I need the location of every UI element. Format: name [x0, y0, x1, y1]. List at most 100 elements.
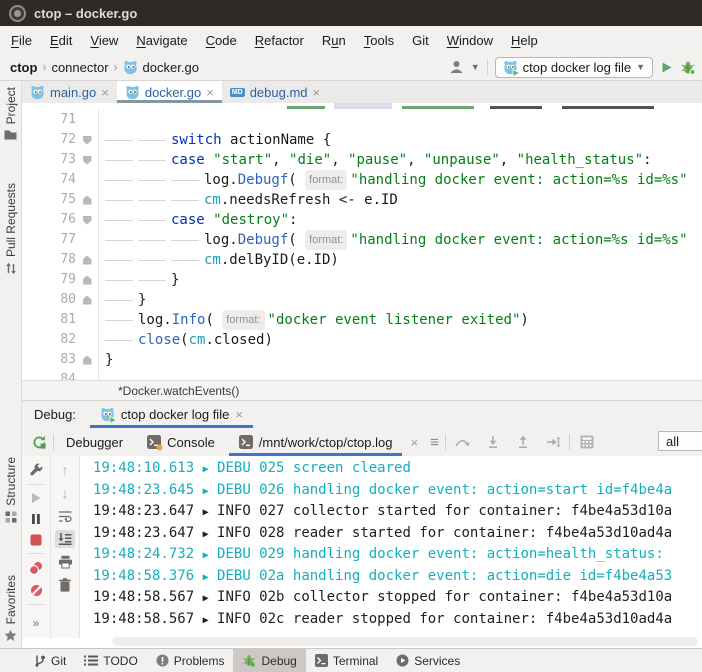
- breadcrumb-package[interactable]: connector: [51, 60, 108, 75]
- tab-log-file[interactable]: /mnt/work/ctop/ctop.log: [227, 428, 405, 456]
- fold-marker[interactable]: [76, 350, 98, 370]
- menu-navigate[interactable]: Navigate: [127, 33, 196, 48]
- status-bar-item-debug[interactable]: Debug: [233, 649, 305, 672]
- pause-program-icon[interactable]: [31, 513, 41, 525]
- status-bar-item-todo[interactable]: TODO: [75, 649, 146, 672]
- fold-marker[interactable]: [76, 190, 98, 210]
- editor-tab-docker-go[interactable]: docker.go×: [117, 81, 222, 103]
- menu-bar: FileEditViewNavigateCodeRefactorRunTools…: [0, 26, 702, 54]
- more-actions-icon[interactable]: »: [33, 616, 40, 630]
- clipped-code-fragment: [490, 106, 542, 109]
- menu-git[interactable]: Git: [403, 33, 438, 48]
- resume-program-icon[interactable]: [30, 492, 42, 504]
- menu-tools[interactable]: Tools: [355, 33, 403, 48]
- print-icon[interactable]: [58, 555, 73, 569]
- menu-edit[interactable]: Edit: [41, 33, 81, 48]
- editor-tab-main-go[interactable]: main.go ×: [22, 81, 117, 103]
- debug-session-tab[interactable]: ctop docker log file ×: [90, 401, 253, 428]
- code-line-78[interactable]: 78cm.delByID(e.ID): [22, 250, 702, 270]
- stop-icon[interactable]: [30, 534, 42, 546]
- breadcrumb-project[interactable]: ctop: [10, 60, 37, 75]
- fold-marker[interactable]: [76, 150, 98, 170]
- mute-breakpoints-icon[interactable]: [30, 584, 43, 597]
- code-line-76[interactable]: 76case "destroy":: [22, 210, 702, 230]
- tool-window-button-project[interactable]: Project: [0, 87, 21, 140]
- clipped-code-fragment: [287, 106, 325, 109]
- divider: [28, 553, 44, 554]
- menu-code[interactable]: Code: [197, 33, 246, 48]
- editor-tab-label: main.go: [50, 85, 96, 100]
- code-line-77[interactable]: 77log.Debugf( format:"handling docker ev…: [22, 230, 702, 250]
- tool-window-button-favorites[interactable]: Favorites: [0, 575, 21, 642]
- code-line-71[interactable]: 71: [22, 110, 702, 130]
- menu-window[interactable]: Window: [438, 33, 502, 48]
- hamburger-menu-icon[interactable]: ≡: [424, 434, 445, 451]
- debug-button[interactable]: [680, 60, 696, 75]
- log-output[interactable]: 19:48:10.613 ▶ DEBU 025 screen cleared19…: [80, 456, 702, 638]
- code-text: [98, 370, 702, 380]
- menu-file[interactable]: File: [2, 33, 41, 48]
- status-bar-item-git[interactable]: Git: [24, 649, 75, 672]
- fold-marker: [76, 330, 98, 350]
- rerun-button[interactable]: [32, 435, 47, 450]
- settings-wrench-icon[interactable]: [29, 463, 43, 477]
- menu-refactor[interactable]: Refactor: [246, 33, 313, 48]
- fold-marker[interactable]: [76, 270, 98, 290]
- breadcrumb-file[interactable]: docker.go: [143, 60, 199, 75]
- code-text: [98, 110, 702, 130]
- evaluate-expression-icon[interactable]: [570, 435, 604, 449]
- menu-run[interactable]: Run: [313, 33, 355, 48]
- run-configuration-select[interactable]: ctop docker log file ▼: [495, 57, 653, 78]
- run-button[interactable]: [660, 61, 673, 74]
- soft-wrap-icon[interactable]: [58, 509, 73, 523]
- log-filter-select[interactable]: all: [658, 431, 702, 451]
- fold-marker[interactable]: [76, 130, 98, 150]
- code-line-84[interactable]: 84: [22, 370, 702, 380]
- code-line-83[interactable]: 83}: [22, 350, 702, 370]
- code-line-73[interactable]: 73case "start", "die", "pause", "unpause…: [22, 150, 702, 170]
- line-number: 74: [22, 170, 76, 190]
- code-line-75[interactable]: 75cm.needsRefresh <- e.ID: [22, 190, 702, 210]
- tab-console[interactable]: Console: [135, 428, 227, 456]
- code-line-80[interactable]: 80}: [22, 290, 702, 310]
- close-icon[interactable]: ×: [235, 408, 243, 421]
- up-stack-icon[interactable]: ↑: [62, 463, 69, 477]
- editor-tab-debug-md[interactable]: MDdebug.md×: [222, 81, 328, 103]
- code-line-74[interactable]: 74log.Debugf( format:"handling docker ev…: [22, 170, 702, 190]
- view-breakpoints-icon[interactable]: [29, 561, 43, 575]
- tool-window-button-pull-requests[interactable]: Pull Requests: [0, 183, 21, 275]
- code-line-79[interactable]: 79}: [22, 270, 702, 290]
- run-to-cursor-icon[interactable]: [538, 435, 569, 449]
- log-filter-value: all: [666, 434, 679, 449]
- status-bar-item-problems[interactable]: Problems: [147, 649, 234, 672]
- code-editor[interactable]: 7172switch actionName {73case "start", "…: [22, 103, 702, 380]
- step-over-icon[interactable]: [446, 435, 478, 449]
- tab-debugger[interactable]: Debugger: [54, 428, 135, 456]
- method-breadcrumb[interactable]: *Docker.watchEvents(): [118, 384, 239, 398]
- horizontal-scrollbar[interactable]: [112, 637, 698, 646]
- step-out-icon[interactable]: [508, 435, 538, 449]
- menu-help[interactable]: Help: [502, 33, 547, 48]
- fold-marker[interactable]: [76, 290, 98, 310]
- tool-window-bar-left: Project Pull Requests Structure Favorites: [0, 81, 22, 648]
- clear-all-icon[interactable]: [59, 578, 71, 592]
- fold-marker[interactable]: [76, 250, 98, 270]
- star-icon: [4, 629, 17, 642]
- close-icon[interactable]: ×: [313, 86, 321, 99]
- close-icon[interactable]: ×: [206, 86, 214, 99]
- fold-marker[interactable]: [76, 210, 98, 230]
- code-line-82[interactable]: 82close(cm.closed): [22, 330, 702, 350]
- vcs-users-icon[interactable]: [449, 60, 464, 74]
- code-line-81[interactable]: 81log.Info( format:"docker event listene…: [22, 310, 702, 330]
- status-bar-item-terminal[interactable]: Terminal: [306, 649, 387, 672]
- close-icon[interactable]: ×: [101, 86, 109, 99]
- menu-view[interactable]: View: [81, 33, 127, 48]
- status-bar-item-services[interactable]: Services: [387, 649, 469, 672]
- code-line-72[interactable]: 72switch actionName {: [22, 130, 702, 150]
- scroll-to-end-icon[interactable]: [55, 530, 75, 548]
- down-stack-icon[interactable]: ↓: [62, 486, 69, 500]
- close-icon[interactable]: ×: [404, 436, 424, 449]
- window-control-button[interactable]: [9, 5, 26, 22]
- tool-window-button-structure[interactable]: Structure: [0, 457, 21, 523]
- step-into-icon[interactable]: [478, 435, 508, 449]
